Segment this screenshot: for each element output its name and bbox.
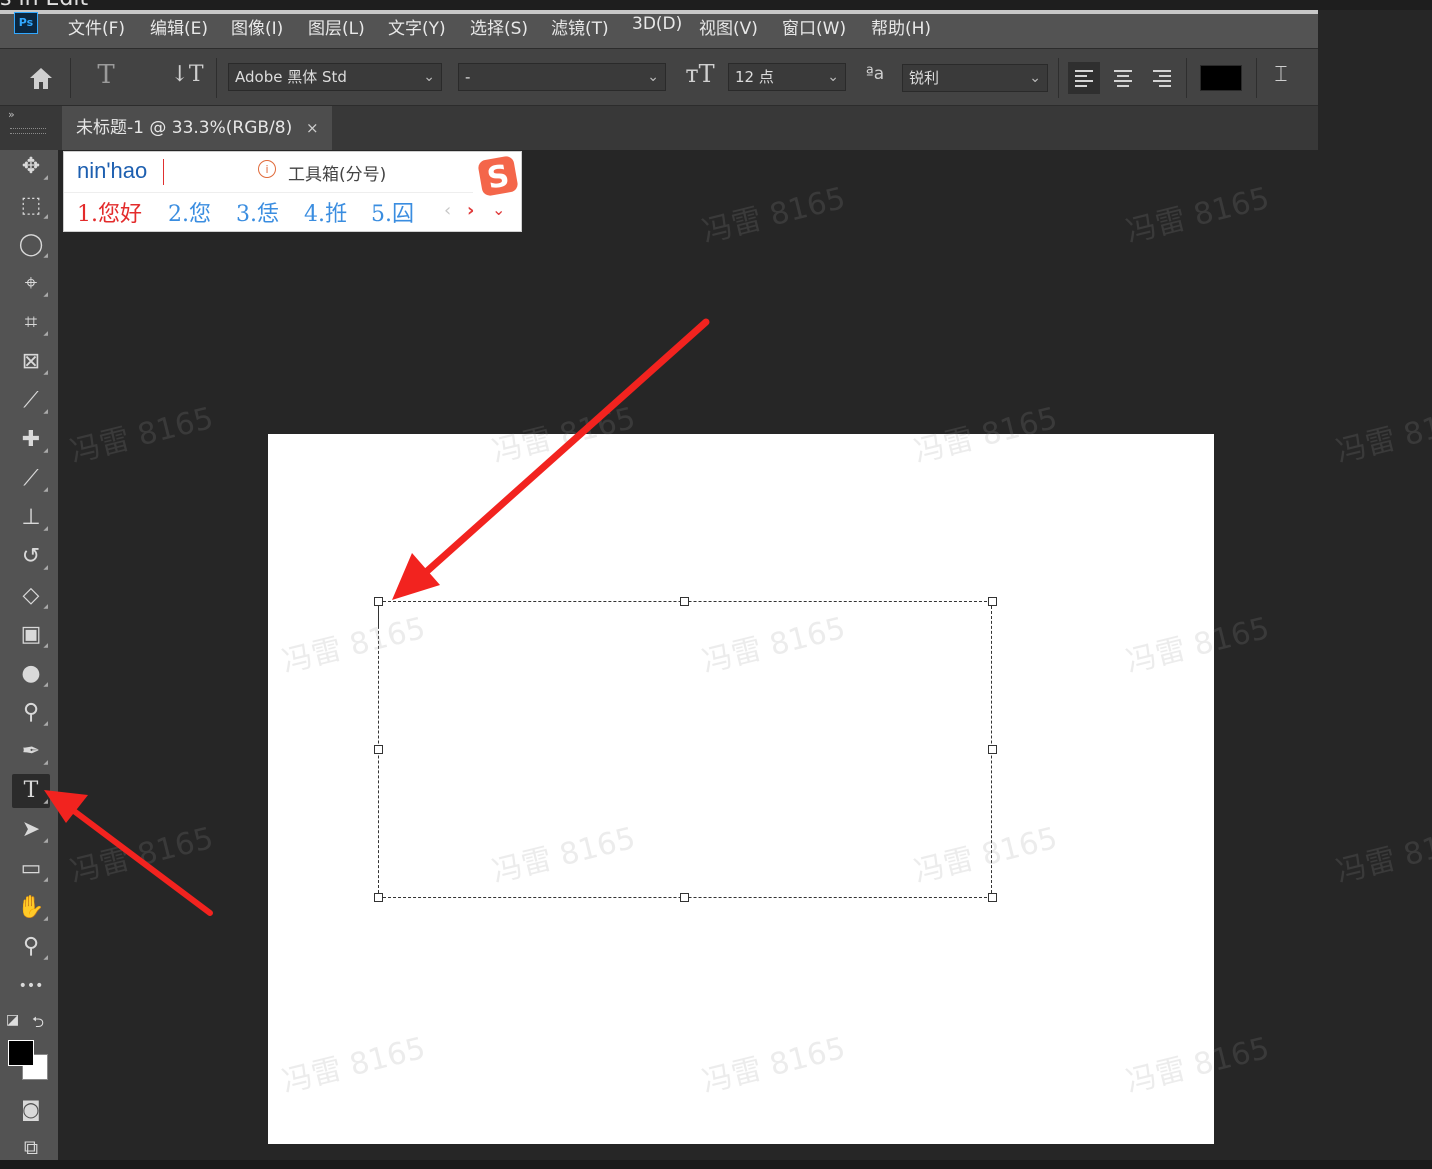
foreground-color-swatch[interactable] — [8, 1040, 34, 1066]
annotation-arrow-to-type-tool — [44, 790, 213, 916]
annotation-arrows — [44, 318, 710, 916]
annotation-arrow-to-textbox — [392, 318, 710, 600]
